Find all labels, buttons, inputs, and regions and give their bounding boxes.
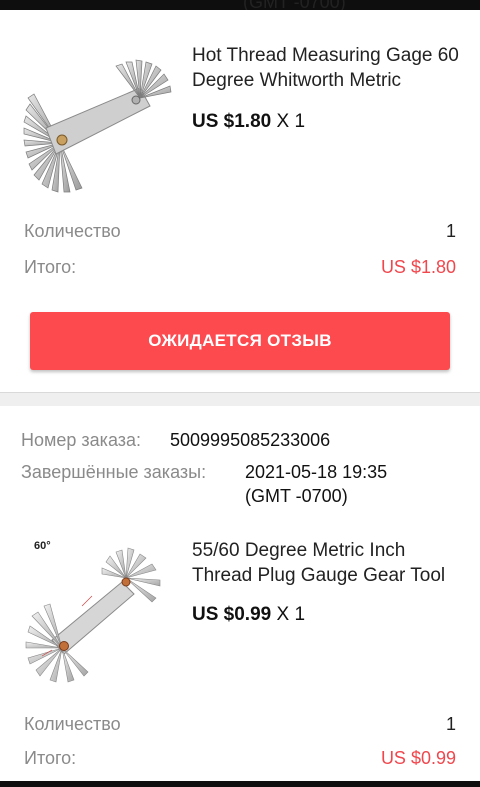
product-title[interactable]: 55/60 Degree Metric Inch Thread Plug Gau… — [192, 538, 462, 588]
total-value: US $1.80 — [380, 257, 456, 277]
order-separator — [0, 392, 480, 406]
awaiting-review-button[interactable]: ОЖИДАЕТСЯ ОТЗЫВ — [30, 312, 450, 370]
completed-date: 2021-05-18 19:35 — [245, 462, 388, 482]
quantity-value: 1 — [445, 221, 456, 241]
product-title-text[interactable]: 55/60 Degree Metric Inch Thread Plug Gau… — [192, 538, 462, 588]
product-price: US $1.80 — [192, 111, 272, 132]
total-label: Итого: — [24, 257, 77, 277]
order-card: Номер заказа: 5009995085233006 Завершённ… — [0, 406, 480, 781]
order-card: Hot Thread Measuring Gage 60 Degree Whit… — [0, 10, 480, 392]
product-title-text[interactable]: Hot Thread Measuring Gage 60 Degree Whit… — [192, 43, 462, 93]
product-qty: X 1 — [276, 111, 306, 132]
quantity-label: Количество — [24, 714, 121, 734]
quantity-label: Количество — [24, 221, 121, 241]
completed-timezone: (GMT -0700) — [245, 486, 348, 506]
quantity-value: 1 — [445, 714, 456, 734]
product-image[interactable] — [22, 58, 172, 208]
product-price-line: US $0.99 X 1 — [192, 604, 305, 626]
product-title[interactable]: Hot Thread Measuring Gage 60 Degree Whit… — [192, 43, 462, 93]
completed-label: Завершённые заказы: — [21, 462, 207, 482]
product-image[interactable]: 60° — [22, 536, 172, 686]
product-price: US $0.99 — [192, 604, 272, 625]
total-label: Итого: — [24, 748, 77, 768]
navigation-bar — [0, 781, 480, 787]
thread-plug-gauge-icon — [25, 547, 161, 683]
angle-badge: 60° — [34, 540, 51, 552]
product-qty: X 1 — [276, 604, 306, 625]
order-number-label: Номер заказа: — [21, 430, 142, 450]
product-price-line: US $1.80 X 1 — [192, 111, 305, 133]
order-number: 5009995085233006 — [170, 430, 331, 450]
total-value: US $0.99 — [380, 748, 456, 768]
thread-gauge-fan-icon — [23, 59, 172, 193]
status-bar — [0, 0, 480, 10]
